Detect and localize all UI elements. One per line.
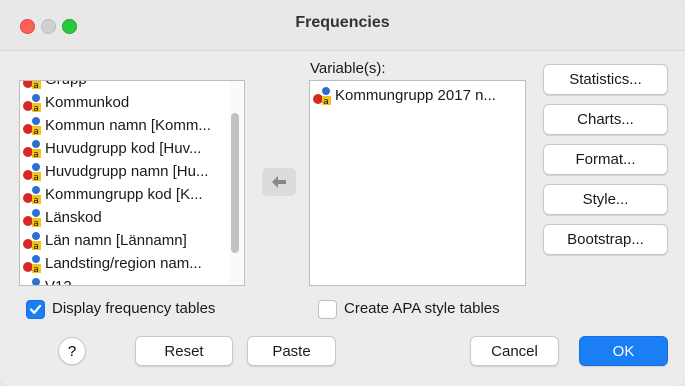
list-item-label: Huvudgrupp kod [Huv...: [45, 140, 202, 157]
list-item-label: Kommun namn [Komm...: [45, 117, 211, 134]
svg-text:a: a: [33, 265, 39, 274]
svg-text:a: a: [33, 219, 39, 228]
list-item[interactable]: a Huvudgrupp kod [Huv...: [20, 137, 225, 160]
format-button[interactable]: Format...: [543, 144, 668, 175]
display-frequency-tables-checkbox[interactable]: [26, 300, 45, 319]
nominal-variable-icon: a: [23, 93, 41, 113]
list-item-label: Länskod: [45, 209, 102, 226]
list-item-label: V12: [45, 278, 72, 285]
list-item-label: Kommunkod: [45, 94, 130, 111]
list-item[interactable]: a Kommungrupp kod [K...: [20, 183, 225, 206]
nominal-variable-icon: a: [23, 231, 41, 251]
svg-text:a: a: [33, 104, 39, 113]
move-variable-button[interactable]: [262, 168, 296, 196]
list-item-label: Huvudgrupp namn [Hu...: [45, 163, 209, 180]
selected-variables-list[interactable]: a Kommungrupp 2017 n...: [309, 80, 526, 286]
statistics-button[interactable]: Statistics...: [543, 64, 668, 95]
title-bar: Frequencies: [0, 0, 685, 51]
nominal-variable-icon: a: [23, 81, 41, 90]
charts-button[interactable]: Charts...: [543, 104, 668, 135]
list-item[interactable]: a Grupp: [20, 81, 225, 91]
nominal-variable-icon: a: [23, 208, 41, 228]
display-frequency-tables-label: Display frequency tables: [52, 300, 216, 317]
nominal-variable-icon: a: [23, 162, 41, 182]
window-title: Frequencies: [295, 14, 390, 31]
arrow-left-icon: [272, 176, 286, 188]
checkmark-icon: [29, 304, 42, 314]
nominal-variable-icon: a: [23, 254, 41, 274]
svg-text:a: a: [33, 173, 39, 182]
help-button[interactable]: ?: [58, 337, 86, 365]
list-scrollbar[interactable]: [229, 81, 243, 285]
create-apa-tables-label: Create APA style tables: [344, 300, 500, 317]
nominal-variable-icon: a: [313, 86, 331, 106]
create-apa-tables-checkbox[interactable]: [318, 300, 337, 319]
style-button[interactable]: Style...: [543, 184, 668, 215]
list-item[interactable]: a Kommunkod: [20, 91, 225, 114]
nominal-variable-icon: a: [23, 185, 41, 205]
svg-text:a: a: [33, 81, 39, 90]
list-item[interactable]: a V12: [20, 275, 225, 285]
svg-text:a: a: [33, 150, 39, 159]
list-item-label: Län namn [Lännamn]: [45, 232, 187, 249]
svg-text:a: a: [33, 127, 39, 136]
svg-text:a: a: [33, 242, 39, 251]
nominal-variable-icon: a: [23, 116, 41, 136]
svg-text:a: a: [323, 97, 329, 106]
list-item[interactable]: a Länskod: [20, 206, 225, 229]
list-item-label: Kommungrupp 2017 n...: [335, 87, 496, 104]
ok-button[interactable]: OK: [579, 336, 668, 366]
scrollbar-thumb[interactable]: [231, 113, 239, 253]
list-item-label: Grupp: [45, 81, 87, 88]
nominal-variable-icon: a: [23, 139, 41, 159]
list-item[interactable]: a Landsting/region nam...: [20, 252, 225, 275]
list-item-label: Landsting/region nam...: [45, 255, 202, 272]
list-item[interactable]: a Huvudgrupp namn [Hu...: [20, 160, 225, 183]
list-item-label: Kommungrupp kod [K...: [45, 186, 203, 203]
list-item[interactable]: a Län namn [Lännamn]: [20, 229, 225, 252]
nominal-variable-icon: a: [25, 277, 40, 285]
source-variable-list[interactable]: a Grupp a Kommunkod a Kommun namn [Komm.…: [19, 80, 245, 286]
reset-button[interactable]: Reset: [135, 336, 233, 366]
list-item[interactable]: a Kommungrupp 2017 n...: [310, 84, 520, 107]
variables-label: Variable(s):: [310, 60, 386, 77]
cancel-button[interactable]: Cancel: [470, 336, 559, 366]
paste-button[interactable]: Paste: [247, 336, 336, 366]
frequencies-dialog: Frequencies a Grupp a Kommunkod a Kommun…: [0, 0, 685, 386]
bootstrap-button[interactable]: Bootstrap...: [543, 224, 668, 255]
svg-text:a: a: [33, 196, 39, 205]
list-item[interactable]: a Kommun namn [Komm...: [20, 114, 225, 137]
